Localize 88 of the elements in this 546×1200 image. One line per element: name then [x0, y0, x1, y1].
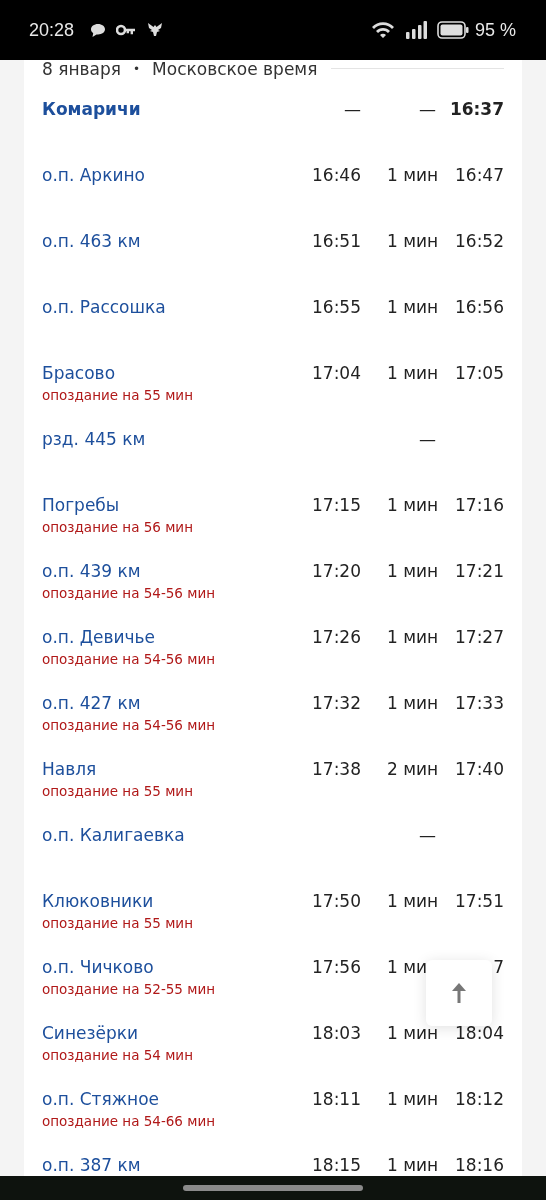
station-link[interactable]: о.п. 387 км: [42, 1153, 281, 1177]
departure-time: 18:16: [455, 1154, 504, 1177]
delay-note: опоздание на 56 мин: [42, 518, 194, 537]
station-link[interactable]: о.п. 427 км: [42, 691, 281, 715]
stop-duration: 1 мин: [386, 626, 439, 649]
delay-note: опоздание на 55 мин: [42, 386, 194, 405]
stop-duration: 1 мин: [386, 362, 439, 385]
station-link[interactable]: рзд. 445 км: [42, 427, 281, 451]
arrival-time: 17:04: [312, 362, 361, 385]
battery-percent: 95 %: [474, 19, 516, 41]
delay-note: опоздание на 54-66 мин: [42, 1112, 217, 1131]
arrival-time: 17:56: [312, 956, 361, 979]
station-link[interactable]: Погребы: [42, 493, 281, 517]
bird-icon: [146, 21, 165, 39]
arrival-time: 17:32: [312, 692, 361, 715]
arrival-time: 17:20: [312, 560, 361, 583]
arrival-time: 18:03: [312, 1022, 361, 1045]
chat-icon: [90, 22, 107, 38]
station-link[interactable]: о.п. Девичье: [42, 625, 281, 649]
departure-time: 18:12: [455, 1088, 504, 1111]
stop-duration: 2 мин: [386, 758, 439, 781]
stop-duration: 1 мин: [386, 1022, 439, 1045]
departure-time: 17:40: [455, 758, 504, 781]
station-link[interactable]: о.п. Рассошка: [42, 295, 281, 319]
arrival-time: 17:50: [312, 890, 361, 913]
station-link[interactable]: Навля: [42, 757, 281, 781]
scroll-top-button[interactable]: [426, 960, 492, 1026]
stop-duration: 1 мин: [386, 164, 439, 187]
departure-time: 17:16: [455, 494, 504, 517]
battery-icon: [436, 21, 469, 39]
key-icon: [116, 24, 137, 36]
delay-note: опоздание на 54-56 мин: [42, 716, 217, 735]
stop-duration: 1 мин: [386, 1154, 439, 1177]
signal-icon: [404, 21, 427, 39]
stop-duration: 1 мин: [386, 692, 439, 715]
stop-duration: 1 мин: [386, 560, 439, 583]
delay-note: опоздание на 54-56 мин: [42, 650, 217, 669]
departure-time: 7: [493, 956, 504, 979]
departure-time: 17:21: [455, 560, 504, 583]
home-handle[interactable]: [183, 1185, 363, 1191]
clock: 20:28: [29, 19, 75, 41]
station-link[interactable]: о.п. 463 км: [42, 229, 281, 253]
separator-dot: •: [133, 60, 141, 78]
arrival-time: 17:38: [312, 758, 361, 781]
arrival-time: 18:11: [312, 1088, 361, 1111]
delay-note: опоздание на 52-55 мин: [42, 980, 217, 999]
arrival-time: 16:46: [312, 164, 361, 187]
station-link[interactable]: Синезёрки: [42, 1021, 281, 1045]
station-link[interactable]: Комаричи: [42, 97, 281, 121]
delay-note: опоздание на 55 мин: [42, 782, 194, 801]
departure-time: 16:37: [449, 98, 504, 121]
arrival-time: —: [344, 98, 361, 121]
station-link[interactable]: о.п. 439 км: [42, 559, 281, 583]
station-link[interactable]: о.п. Чичково: [42, 955, 281, 979]
arrow-up-icon: [451, 982, 467, 1004]
stop-duration: 1 мин: [386, 296, 439, 319]
delay-note: опоздание на 54 мин: [42, 1046, 194, 1065]
station-link[interactable]: Клюковники: [42, 889, 281, 913]
stop-duration: 1 мин: [386, 230, 439, 253]
departure-time: 16:56: [455, 296, 504, 319]
station-link[interactable]: о.п. Калигаевка: [42, 823, 281, 847]
arrival-time: 18:15: [312, 1154, 361, 1177]
departure-time: 16:47: [455, 164, 504, 187]
stop-duration: 1 мин: [386, 494, 439, 517]
stop-duration: 1 ми: [386, 956, 428, 979]
stop-duration: 1 мин: [386, 890, 439, 913]
departure-time: 17:27: [455, 626, 504, 649]
stop-duration: —: [419, 428, 436, 451]
stop-duration: —: [419, 824, 436, 847]
arrival-time: 16:55: [312, 296, 361, 319]
arrival-time: 17:15: [312, 494, 361, 517]
delay-note: опоздание на 54-56 мин: [42, 584, 217, 603]
station-link[interactable]: о.п. Стяжное: [42, 1087, 281, 1111]
departure-time: 18:04: [455, 1022, 504, 1045]
departure-time: 17:51: [455, 890, 504, 913]
arrival-time: 17:26: [312, 626, 361, 649]
station-link[interactable]: о.п. Аркино: [42, 163, 281, 187]
stop-duration: 1 мин: [386, 1088, 439, 1111]
departure-time: 17:33: [455, 692, 504, 715]
departure-time: 16:52: [455, 230, 504, 253]
station-link[interactable]: Брасово: [42, 361, 281, 385]
wifi-icon: [370, 21, 395, 39]
stop-duration: —: [419, 98, 436, 121]
delay-note: опоздание на 55 мин: [42, 914, 194, 933]
timezone-label: Московское время: [152, 60, 318, 78]
date-label: 8 января: [42, 60, 121, 78]
departure-time: 17:05: [455, 362, 504, 385]
arrival-time: 16:51: [312, 230, 361, 253]
